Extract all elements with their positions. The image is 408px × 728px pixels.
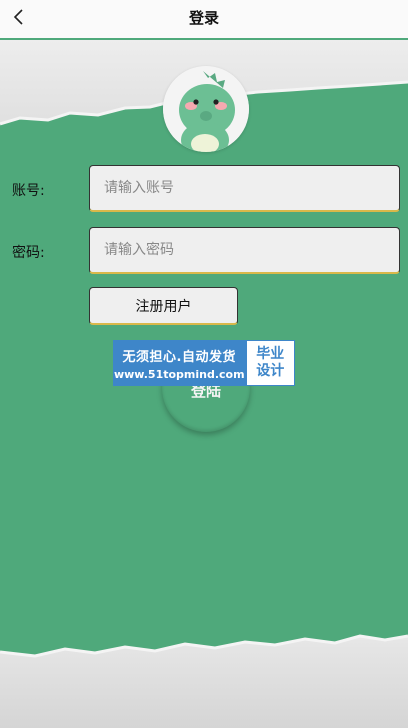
watermark-url: www.51topmind.com — [113, 367, 245, 381]
account-label: 账号: — [12, 183, 45, 199]
page-title: 登录 — [188, 9, 219, 27]
password-input[interactable] — [89, 227, 400, 274]
title-bar: 登录 — [0, 0, 408, 40]
watermark-badge: 毕业 设计 — [245, 340, 295, 386]
watermark-text: 无须担心.自动发货 www.51topmind.com — [113, 340, 246, 386]
register-button[interactable]: 注册用户 — [89, 287, 238, 325]
watermark-badge-line1: 毕业 — [256, 345, 285, 362]
dinosaur-mascot-icon — [163, 66, 249, 152]
avatar — [163, 66, 249, 152]
password-label: 密码: — [12, 245, 45, 261]
account-input[interactable] — [89, 165, 400, 212]
watermark-banner: 无须担心.自动发货 www.51topmind.com 毕业 设计 — [113, 340, 295, 386]
watermark-slogan: 无须担心.自动发货 — [122, 349, 236, 365]
watermark-badge-line2: 设计 — [256, 363, 285, 379]
